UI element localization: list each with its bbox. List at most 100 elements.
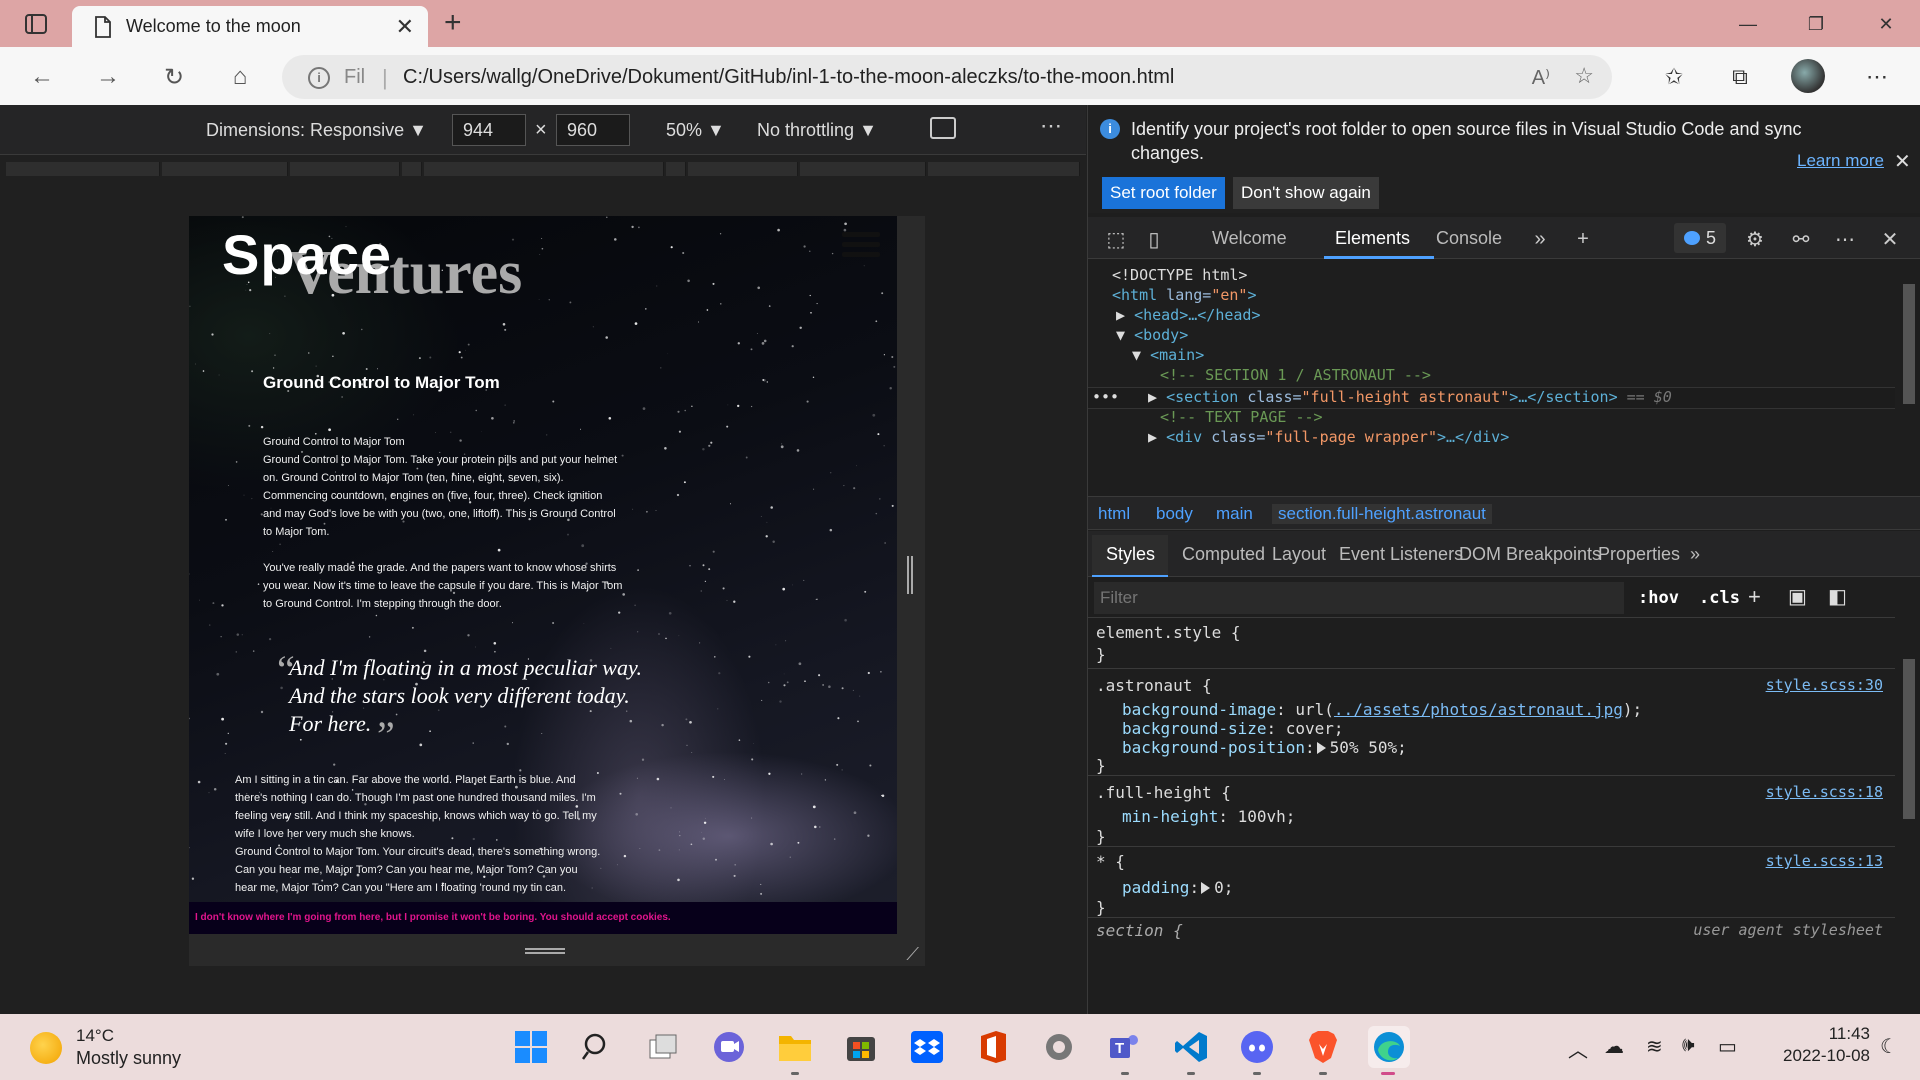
hover-state-toggle[interactable]: :hov [1638, 588, 1679, 608]
back-button[interactable]: ← [25, 60, 59, 94]
rotate-icon[interactable] [930, 117, 956, 139]
address-bar[interactable]: i Fil | C:/Users/wallg/OneDrive/Dokument… [282, 55, 1612, 99]
dimensions-select[interactable]: Dimensions: Responsive ▼ [206, 120, 427, 141]
subtab-event-listeners[interactable]: Event Listeners [1339, 544, 1463, 565]
customize-more-icon[interactable]: ⋯ [1831, 225, 1859, 253]
profile-avatar[interactable] [1791, 59, 1825, 93]
page-preview[interactable]: Ventures Space Ground Control to Major T… [189, 216, 897, 934]
set-root-folder-button[interactable]: Set root folder [1102, 177, 1225, 209]
resize-grip[interactable] [525, 948, 565, 954]
selector-full-height[interactable]: .full-height { [1096, 783, 1231, 802]
tab-actions-button[interactable] [14, 8, 58, 40]
close-window-button[interactable]: ✕ [1866, 10, 1906, 38]
refresh-button[interactable]: ↻ [157, 60, 191, 94]
office-app[interactable] [972, 1026, 1014, 1068]
close-infobar-icon[interactable]: ✕ [1894, 149, 1911, 174]
add-favorite-icon[interactable]: ☆ [1574, 63, 1594, 89]
prop-min-height[interactable]: min-height: 100vh; [1122, 807, 1295, 826]
hamburger-menu-icon[interactable] [842, 232, 880, 262]
throttling-select[interactable]: No throttling ▼ [757, 120, 877, 141]
read-aloud-icon[interactable]: A⁾ [1532, 65, 1550, 90]
ruler-segment[interactable] [290, 162, 400, 176]
dropbox-app[interactable] [906, 1026, 948, 1068]
learn-more-link[interactable]: Learn more [1797, 151, 1884, 171]
teams-app[interactable]: T [1104, 1026, 1146, 1068]
breadcrumb-main[interactable]: main [1216, 504, 1253, 524]
breadcrumb-section[interactable]: section.full-height.astronaut [1272, 504, 1492, 524]
home-button[interactable]: ⌂ [223, 60, 257, 94]
resize-corner-icon[interactable]: ⟋ [906, 944, 919, 965]
source-link-universal[interactable]: style.scss:13 [1766, 852, 1883, 870]
subtab-properties[interactable]: Properties [1598, 544, 1680, 565]
discord-app[interactable] [1236, 1026, 1278, 1068]
dom-comment-text-page[interactable]: <!-- TEXT PAGE --> [1160, 408, 1323, 428]
prop-background-image[interactable]: background-image: url(../assets/photos/a… [1122, 700, 1642, 719]
expand-triangle-icon[interactable] [1201, 882, 1211, 894]
dom-div-wrapper[interactable]: ▶ <div class="full-page wrapper">…</div> [1148, 428, 1509, 448]
notifications-icon[interactable]: ☾ [1880, 1034, 1898, 1059]
selector-section[interactable]: section { [1096, 921, 1183, 940]
settings-app[interactable] [1038, 1026, 1080, 1068]
volume-icon[interactable]: 🕪 [1682, 1034, 1695, 1057]
new-rule-icon[interactable]: + [1748, 584, 1761, 610]
ruler-segment[interactable] [424, 162, 664, 176]
ruler-segment[interactable] [800, 162, 926, 176]
breadcrumb-body[interactable]: body [1156, 504, 1193, 524]
collections-icon[interactable]: ⧉ [1723, 60, 1757, 94]
file-explorer-app[interactable] [774, 1026, 816, 1068]
resize-handle-bottom[interactable]: ⟋ [189, 934, 925, 966]
more-tabs-icon[interactable]: » [1526, 225, 1554, 253]
ruler-segment[interactable] [688, 162, 798, 176]
vscode-app[interactable] [1170, 1026, 1212, 1068]
info-icon[interactable]: i [308, 67, 330, 89]
toggle-sidebar-icon[interactable]: ◧ [1828, 584, 1847, 609]
prop-padding[interactable]: padding: 0; [1122, 878, 1233, 897]
subtab-computed[interactable]: Computed [1182, 544, 1265, 565]
wifi-icon[interactable]: ≋ [1646, 1034, 1663, 1059]
selector-astronaut[interactable]: .astronaut { [1096, 676, 1212, 695]
prop-background-position[interactable]: background-position: 50% 50%; [1122, 738, 1407, 757]
inspect-icon[interactable]: ⬚ [1102, 225, 1130, 253]
subtab-styles[interactable]: Styles [1106, 544, 1155, 565]
minimize-button[interactable]: — [1728, 10, 1768, 38]
system-clock[interactable]: 11:43 2022-10-08 [1760, 1024, 1870, 1066]
dom-head[interactable]: ▶ <head>…</head> [1116, 306, 1261, 326]
more-options-icon[interactable]: ⋯ [1040, 113, 1064, 139]
settings-gear-icon[interactable]: ⚙ [1741, 225, 1769, 253]
add-tab-icon[interactable]: + [1569, 225, 1597, 253]
dom-scrollbar[interactable] [1895, 260, 1920, 496]
more-subtabs-icon[interactable]: » [1690, 544, 1700, 565]
zoom-select[interactable]: 50% ▼ [666, 120, 725, 141]
device-emulation-icon[interactable]: ▯ [1140, 225, 1168, 253]
dom-html[interactable]: <html lang="en"> [1112, 286, 1257, 306]
expand-triangle-icon[interactable] [1316, 742, 1326, 754]
settings-more-icon[interactable]: ⋯ [1860, 60, 1894, 94]
ruler-segment[interactable] [6, 162, 160, 176]
prop-background-size[interactable]: background-size: cover; [1122, 719, 1344, 738]
dom-section-selected[interactable]: ▶ <section class="full-height astronaut"… [1148, 388, 1672, 408]
browser-tab[interactable]: Welcome to the moon ✕ [72, 6, 428, 47]
class-toggle[interactable]: .cls [1699, 588, 1740, 608]
chat-app[interactable] [708, 1026, 750, 1068]
forward-button[interactable]: → [91, 60, 125, 94]
dom-main[interactable]: ▼ <main> [1132, 346, 1204, 366]
dom-doctype[interactable]: <!DOCTYPE html> [1112, 266, 1247, 286]
brave-app[interactable] [1302, 1026, 1344, 1068]
ruler-segment[interactable] [666, 162, 686, 176]
show-hidden-icons[interactable]: ︿ [1568, 1034, 1588, 1063]
onedrive-icon[interactable]: ☁ [1604, 1034, 1624, 1059]
close-devtools-icon[interactable]: ✕ [1876, 225, 1904, 253]
breadcrumb-html[interactable]: html [1098, 504, 1130, 524]
tab-console[interactable]: Console [1436, 228, 1502, 249]
issues-badge[interactable]: 5 [1674, 223, 1726, 253]
ruler-segment[interactable] [928, 162, 1080, 176]
styles-filter-input[interactable] [1094, 582, 1624, 614]
close-tab-icon[interactable]: ✕ [396, 14, 414, 40]
new-tab-button[interactable]: + [444, 8, 462, 38]
tab-welcome[interactable]: Welcome [1212, 228, 1287, 249]
width-input[interactable] [452, 114, 526, 146]
height-input[interactable] [556, 114, 630, 146]
restore-button[interactable]: ❐ [1796, 10, 1836, 38]
dom-ellipsis[interactable]: ••• [1092, 388, 1119, 408]
url-text[interactable]: C:/Users/wallg/OneDrive/Dokument/GitHub/… [403, 66, 1174, 89]
